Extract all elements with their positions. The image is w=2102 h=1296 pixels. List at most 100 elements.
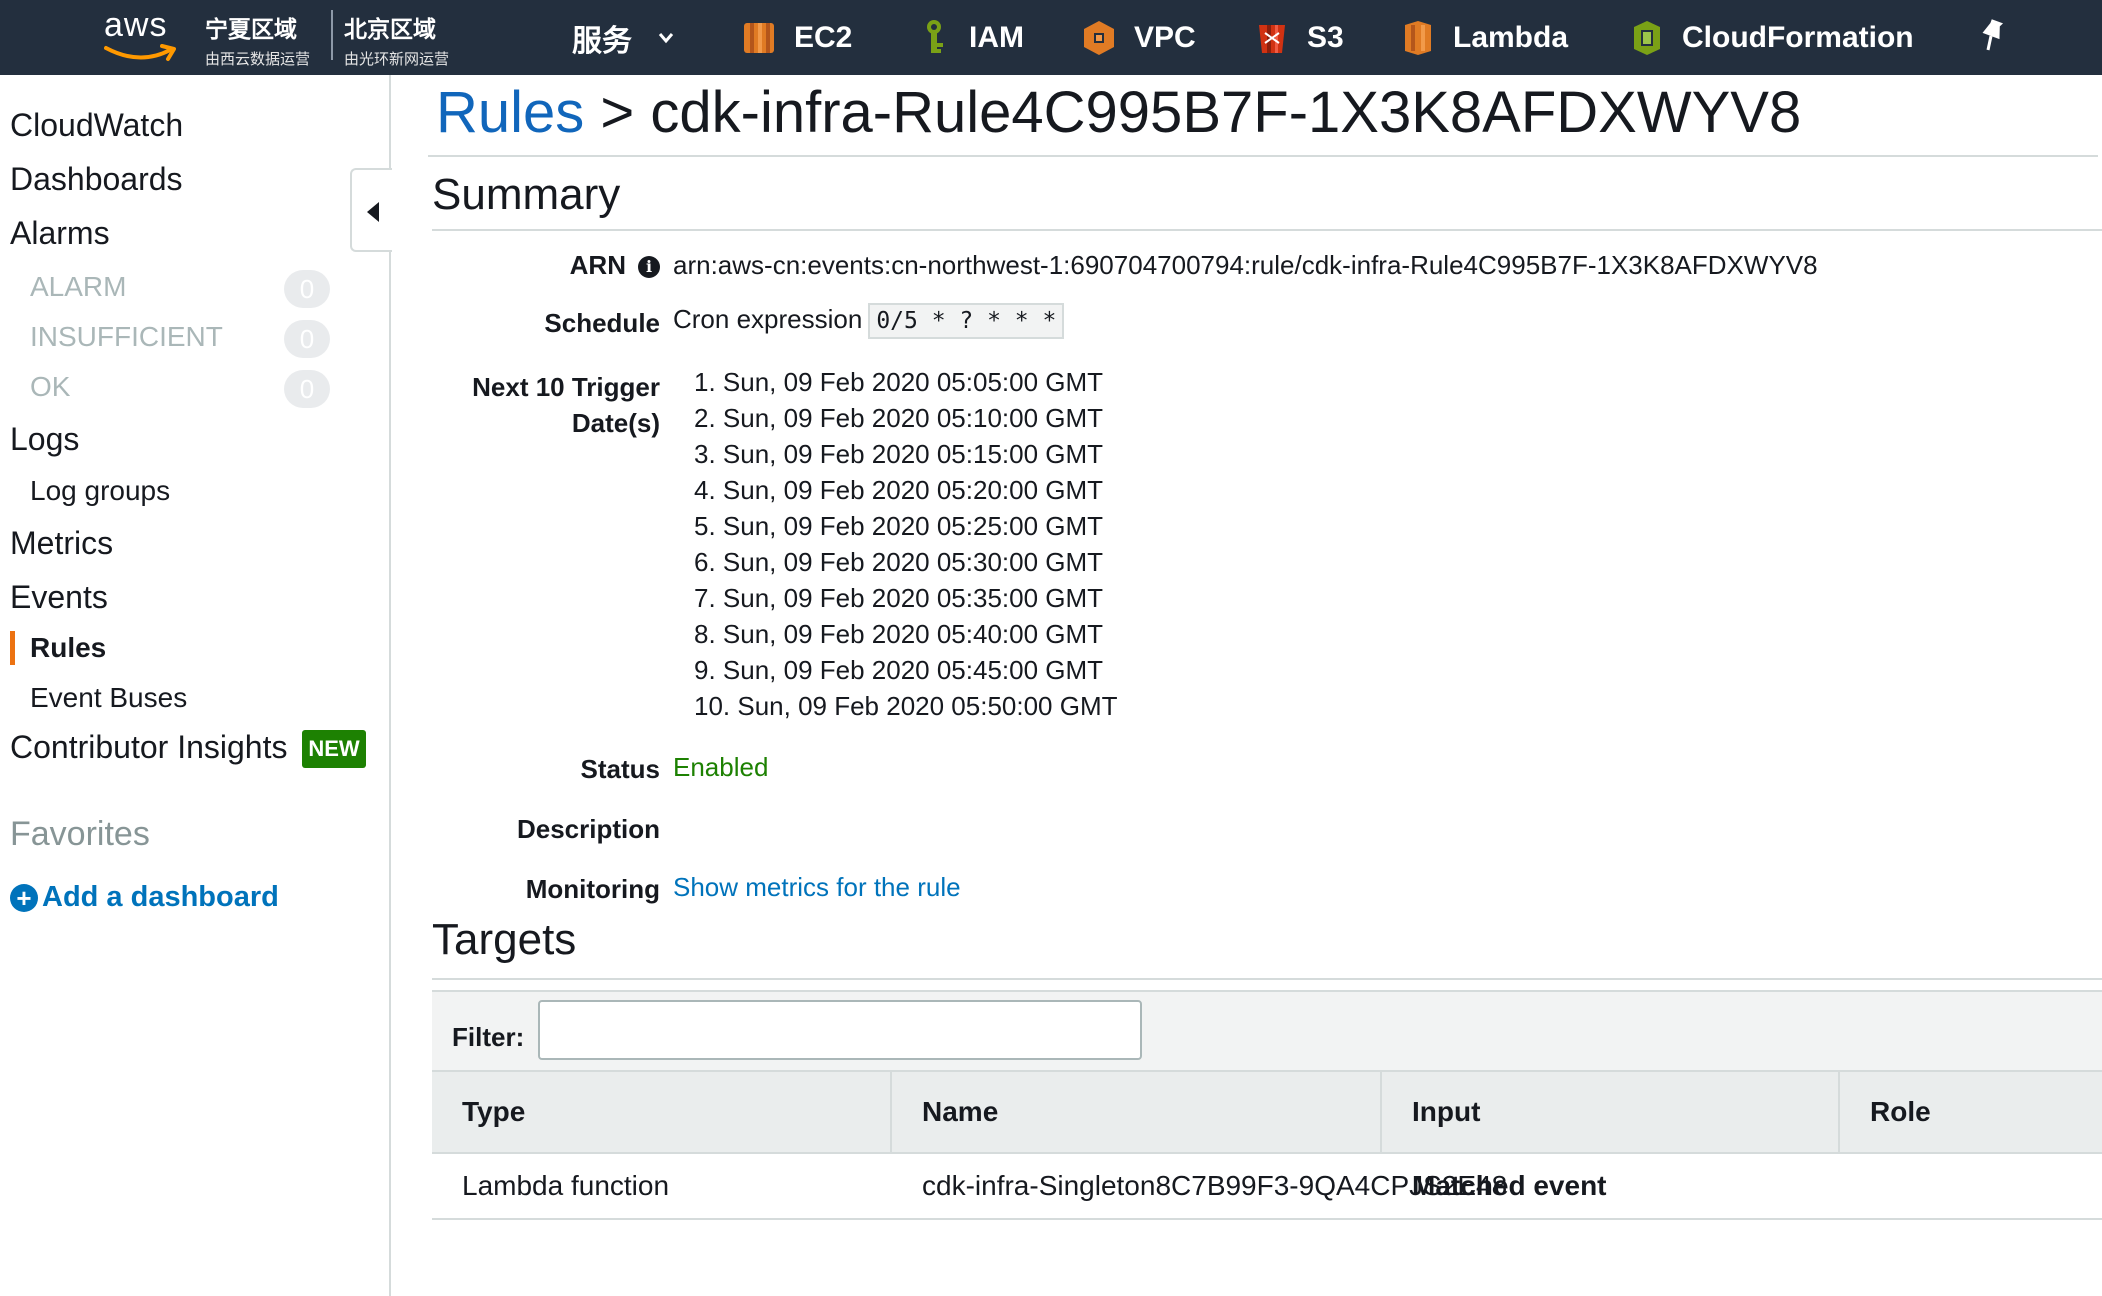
info-icon[interactable]: i xyxy=(638,256,660,278)
nav-vpc[interactable]: VPC xyxy=(1082,16,1196,60)
region-ningxia[interactable]: 宁夏区域 由西云数据运营 xyxy=(205,10,310,69)
sidebar-item-logs[interactable]: Logs xyxy=(10,421,79,458)
arn-value: arn:aws-cn:events:cn-northwest-1:6907047… xyxy=(673,250,1818,280)
filter-bar: Filter: xyxy=(432,990,2102,1072)
top-navigation-bar: aws 宁夏区域 由西云数据运营 北京区域 由光环新网运营 服务 EC2 IAM… xyxy=(0,0,2102,75)
sidebar-item-dashboards[interactable]: Dashboards xyxy=(10,161,183,198)
new-badge: NEW xyxy=(302,730,366,768)
cloudformation-icon xyxy=(1634,21,1660,55)
nav-ec2-label: EC2 xyxy=(794,21,853,54)
column-header-input[interactable]: Input xyxy=(1382,1072,1840,1152)
title-divider xyxy=(428,155,2098,157)
region-beijing-operator: 由光环新网运营 xyxy=(344,51,450,68)
description-label: Description xyxy=(516,814,660,844)
sidebar-item-log-groups[interactable]: Log groups xyxy=(30,475,170,507)
add-dashboard-label: Add a dashboard xyxy=(42,881,279,913)
plus-circle-icon: + xyxy=(10,883,38,912)
monitoring-label: Monitoring xyxy=(525,874,660,904)
aws-smile-icon xyxy=(104,44,176,61)
target-type-cell: Lambda function xyxy=(462,1170,670,1201)
pin-icon[interactable] xyxy=(1976,18,2006,54)
alarm-count-badge: 0 xyxy=(284,270,330,308)
rule-name: cdk-infra-Rule4C995B7F-1X3K8AFDXWYV8 xyxy=(650,80,1802,145)
summary-divider xyxy=(432,229,2102,231)
target-role-cell xyxy=(1840,1154,1870,1218)
nav-iam-label: IAM xyxy=(969,21,1024,54)
page-title: Rules > cdk-infra-Rule4C995B7F-1X3K8AFDX… xyxy=(436,79,1801,146)
next-trigger-label: Next 10 Trigger Date(s) xyxy=(392,369,660,441)
nav-cloudformation[interactable]: CloudFormation xyxy=(1630,16,1914,60)
next-trigger-label-line2: Date(s) xyxy=(571,408,660,438)
targets-heading: Targets xyxy=(432,915,577,964)
targets-table-header: Type Name Input Role xyxy=(432,1072,2102,1154)
nav-vpc-label: VPC xyxy=(1134,21,1196,54)
show-metrics-link[interactable]: Show metrics for the rule xyxy=(673,872,961,903)
summary-heading: Summary xyxy=(432,170,621,219)
favorites-heading: Favorites xyxy=(10,815,150,853)
nav-lambda-label: Lambda xyxy=(1453,21,1569,54)
services-menu[interactable]: 服务 xyxy=(572,16,674,60)
column-header-type[interactable]: Type xyxy=(432,1072,892,1152)
arn-label: ARN xyxy=(569,250,626,280)
region-divider xyxy=(331,10,333,60)
nav-iam[interactable]: IAM xyxy=(917,16,1024,60)
trigger-date-item: 2. Sun, 09 Feb 2020 05:10:00 GMT xyxy=(694,403,1104,433)
sidebar-item-contributor-insights[interactable]: Contributor Insights xyxy=(10,729,287,766)
nav-cloudformation-label: CloudFormation xyxy=(1682,21,1914,54)
sidebar-item-alarms[interactable]: Alarms xyxy=(10,215,110,252)
nav-s3[interactable]: S3 xyxy=(1255,16,1344,60)
trigger-date-item: 6. Sun, 09 Feb 2020 05:30:00 GMT xyxy=(694,547,1104,577)
schedule-value: Cron expression 0/5 * ? * * * xyxy=(673,303,1065,339)
filter-input[interactable] xyxy=(538,1000,1142,1060)
breadcrumb-separator: > xyxy=(584,80,651,145)
services-label: 服务 xyxy=(572,25,632,58)
sidebar-item-rules[interactable]: Rules xyxy=(30,632,106,664)
iam-icon xyxy=(927,20,943,53)
schedule-label: Schedule xyxy=(544,308,660,338)
active-item-indicator xyxy=(10,631,15,665)
trigger-date-item: 8. Sun, 09 Feb 2020 05:40:00 GMT xyxy=(694,619,1104,649)
vpc-icon xyxy=(1084,21,1114,55)
chevron-down-icon xyxy=(658,33,674,44)
next-trigger-label-line1: Next 10 Trigger xyxy=(472,372,660,402)
add-dashboard-link[interactable]: + Add a dashboard xyxy=(10,881,279,914)
s3-icon xyxy=(1259,25,1285,53)
targets-divider xyxy=(432,978,2102,980)
sidebar-item-metrics[interactable]: Metrics xyxy=(10,525,113,562)
sidebar-item-alarm-state[interactable]: ALARM xyxy=(30,271,126,303)
trigger-date-item: 10. Sun, 09 Feb 2020 05:50:00 GMT xyxy=(694,691,1118,721)
column-header-name[interactable]: Name xyxy=(892,1072,1382,1152)
lambda-icon xyxy=(1405,21,1431,55)
column-header-role[interactable]: Role xyxy=(1840,1072,2102,1152)
nav-lambda[interactable]: Lambda xyxy=(1401,16,1568,60)
caret-left-icon xyxy=(367,202,379,222)
sidebar-item-cloudwatch[interactable]: CloudWatch xyxy=(10,107,183,144)
sidebar-item-insufficient-state[interactable]: INSUFFICIENT xyxy=(30,321,223,353)
table-row: Lambda function cdk-infra-Singleton8C7B9… xyxy=(432,1154,2102,1220)
aws-logo[interactable]: aws xyxy=(104,6,184,62)
aws-logo-text: aws xyxy=(104,6,168,44)
sidebar-item-event-buses[interactable]: Event Buses xyxy=(30,682,187,714)
ec2-icon xyxy=(744,23,774,53)
main-content: Rules > cdk-infra-Rule4C995B7F-1X3K8AFDX… xyxy=(392,75,2102,1296)
region-ningxia-name: 宁夏区域 xyxy=(205,16,297,42)
region-beijing[interactable]: 北京区域 由光环新网运营 xyxy=(344,10,449,69)
breadcrumb-rules-link[interactable]: Rules xyxy=(436,80,584,145)
status-value: Enabled xyxy=(673,752,769,782)
target-input-cell: Matched event xyxy=(1412,1170,1607,1201)
nav-ec2[interactable]: EC2 xyxy=(742,16,852,60)
insufficient-count-badge: 0 xyxy=(284,320,330,358)
sidebar-item-ok-state[interactable]: OK xyxy=(30,371,70,403)
cron-expression: 0/5 * ? * * * xyxy=(868,303,1065,339)
trigger-date-item: 4. Sun, 09 Feb 2020 05:20:00 GMT xyxy=(694,475,1104,505)
filter-label: Filter: xyxy=(452,1022,525,1052)
schedule-type: Cron expression xyxy=(673,303,863,334)
trigger-date-item: 7. Sun, 09 Feb 2020 05:35:00 GMT xyxy=(694,583,1104,613)
collapse-sidebar-button[interactable] xyxy=(350,168,392,252)
nav-s3-label: S3 xyxy=(1307,21,1344,54)
trigger-date-item: 5. Sun, 09 Feb 2020 05:25:00 GMT xyxy=(694,511,1104,541)
region-ningxia-operator: 由西云数据运营 xyxy=(205,51,311,68)
sidebar-item-events[interactable]: Events xyxy=(10,579,108,616)
trigger-date-item: 9. Sun, 09 Feb 2020 05:45:00 GMT xyxy=(694,655,1104,685)
ok-count-badge: 0 xyxy=(284,370,330,408)
